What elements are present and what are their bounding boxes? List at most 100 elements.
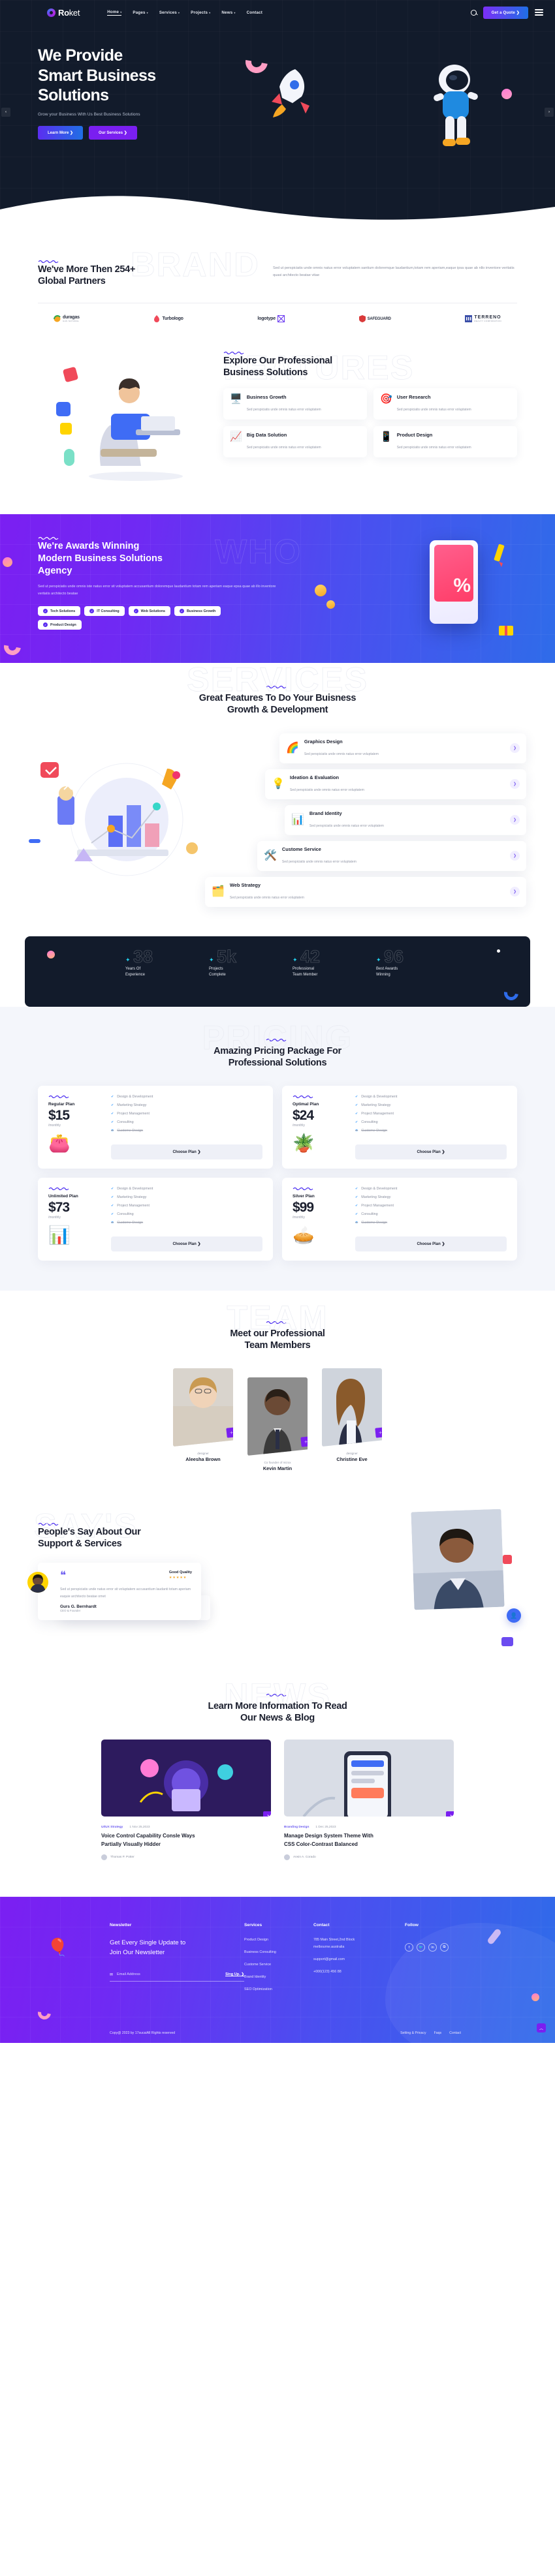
feature-card[interactable]: 📈 Big Data Solution Sed perspiciatis unde…	[223, 425, 367, 457]
testimonial-photo	[411, 1509, 505, 1610]
chevron-down-icon: ▾	[120, 10, 122, 14]
check-icon: ✓	[43, 609, 48, 614]
choose-plan-button[interactable]: Choose Plan ❯	[355, 1236, 507, 1251]
linkedin-icon[interactable]: in	[428, 1943, 437, 1952]
contact-email[interactable]: support@gmail.com	[313, 1957, 405, 1961]
instagram-icon[interactable]: ⧉	[440, 1943, 449, 1952]
footer-link-faqs[interactable]: Faqs	[434, 2031, 442, 2035]
choose-plan-button[interactable]: Choose Plan ❯	[111, 1236, 262, 1251]
footer-link-setting-privacy[interactable]: Setting & Privacy	[400, 2031, 426, 2035]
service-card[interactable]: 🌈 Graphics Design Sed perspiciatis unde o…	[279, 733, 526, 763]
email-input[interactable]	[117, 1972, 226, 1977]
chart-icon: 📈	[230, 431, 242, 442]
chevron-right-icon[interactable]: ❯	[510, 815, 520, 825]
member-name: Kevin Martin	[262, 1465, 293, 1471]
facebook-icon[interactable]: f	[405, 1943, 413, 1952]
chevron-right-icon[interactable]: ❯	[510, 887, 520, 897]
search-icon[interactable]	[470, 9, 477, 16]
our-services-button[interactable]: Our Services ❯	[89, 125, 137, 140]
feature-card[interactable]: 🖥️ Business Growth Sed perspiciatis unde …	[223, 388, 367, 420]
mail-icon: ✉	[110, 1972, 114, 1977]
explore-feature-grid: 🖥️ Business Growth Sed perspiciatis unde …	[223, 388, 517, 457]
team-member[interactable]: ＋ designer Aleesha Brown	[173, 1368, 233, 1471]
sparkle-icon: ✦	[293, 956, 298, 963]
choose-plan-button[interactable]: Choose Plan ❯	[355, 1144, 507, 1159]
chevron-right-icon[interactable]: ❯	[510, 779, 520, 789]
service-card[interactable]: 🛠️ Custome Service Sed perspiciatis unde …	[257, 840, 526, 871]
footer-services: Services Product Design Business Consult…	[244, 1923, 313, 2000]
footer-link-product-design[interactable]: Product Design	[244, 1938, 313, 1942]
feature-desc: Sed perspiciatis unde omnis natus error …	[396, 445, 471, 450]
plus-icon[interactable]: ＋	[300, 1436, 308, 1447]
partners-section: BRAND We've More Then 254+ Global Partner…	[0, 228, 555, 337]
feature-card[interactable]: 🎯 User Research Sed perspiciatis unde omn…	[373, 388, 517, 420]
footer-link-seo-optimization[interactable]: SEO Optimization	[244, 1987, 313, 1991]
blog-arrow-icon[interactable]: ❯	[446, 1811, 454, 1817]
plan-price: $73	[48, 1199, 70, 1215]
hero-wave-divider	[0, 196, 555, 228]
social-links: f 🐦 in ⧉	[405, 1943, 474, 1952]
scroll-to-top-button[interactable]: ︿	[537, 2023, 546, 2033]
blog-arrow-icon[interactable]: ❯	[263, 1811, 271, 1817]
contact-phone[interactable]: +000(123) 456 88	[313, 1970, 405, 1974]
feature-card[interactable]: 📱 Product Design Sed perspiciatis unde om…	[373, 425, 517, 457]
chip-it-consulting[interactable]: ✓ IT Consulting	[84, 606, 125, 617]
learn-more-button[interactable]: Learn More ❯	[38, 125, 84, 140]
chevron-right-icon[interactable]: ❯	[510, 743, 520, 753]
nav-item-projects[interactable]: Projects ▾	[191, 10, 210, 16]
check-icon: ✔	[111, 1103, 114, 1107]
squiggle-icon	[293, 1095, 313, 1098]
coin-icon	[326, 600, 335, 609]
hamburger-menu-icon[interactable]	[535, 9, 543, 16]
chip-web-solutions[interactable]: ✓ Web Solutions	[128, 606, 171, 617]
service-title: Custome Service	[281, 846, 321, 852]
blog-card[interactable]: ❯ Branding Design 1 Dec 25,2023 Manage D…	[284, 1740, 454, 1861]
pricing-card: Optimal Plan $24 /monthly 🪴 ✔ Design & De…	[282, 1085, 517, 1169]
get-a-quote-button[interactable]: Get a Quote ❯	[483, 6, 528, 19]
choose-plan-button[interactable]: Choose Plan ❯	[111, 1144, 262, 1159]
chip-tech-solutions[interactable]: ✓ Tech Solutions	[38, 606, 81, 617]
footer-link-brand-identity[interactable]: Brand Identity	[244, 1975, 313, 1979]
plus-icon[interactable]: ＋	[226, 1427, 233, 1438]
plus-icon[interactable]: ＋	[375, 1427, 382, 1438]
site-logo[interactable]: Roket	[47, 8, 80, 18]
footer-link-custome-service[interactable]: Custome Service	[244, 1963, 313, 1967]
check-icon: ✓	[180, 609, 185, 614]
service-title: Brand Identity	[309, 810, 342, 816]
chevron-right-icon[interactable]: ❯	[510, 851, 520, 861]
partner-logo-logotype: logotype	[257, 315, 285, 323]
testimonial-card: ❝ Good Quality ★★★★★ Sed ut perspiciatis…	[27, 1563, 201, 1621]
pink-dot-icon	[501, 89, 512, 99]
footer-link-business-consulting[interactable]: Business Consulting	[244, 1950, 313, 1954]
nav-item-news[interactable]: News ▾	[221, 10, 235, 16]
blog-card[interactable]: ❯ UI/UX Strategy 1 Nov 25,2023 Voice Con…	[101, 1740, 271, 1861]
signup-button[interactable]: Sing Up. ❯	[225, 1972, 244, 1976]
service-card[interactable]: 📊 Brand Identity Sed perspiciatis unde om…	[285, 805, 526, 835]
lightbulb-icon: 💡	[272, 778, 285, 790]
site-footer: 🎈 Newsletter Get Every Single Update to J…	[0, 1897, 555, 2044]
chevron-down-icon: ▾	[146, 10, 148, 14]
twitter-icon[interactable]: 🐦	[417, 1943, 425, 1952]
nav-item-pages[interactable]: Pages ▾	[133, 10, 148, 16]
team-member[interactable]: ＋ designer Christine Eve	[322, 1368, 382, 1471]
service-card[interactable]: 💡 Ideation & Evaluation Sed perspiciatis …	[265, 769, 526, 799]
chip-business-growth[interactable]: ✓ Business Growth	[174, 606, 221, 617]
nav-item-services[interactable]: Services ▾	[159, 10, 180, 16]
team-member[interactable]: ＋ Co founder of mizox Kevin Martin	[247, 1377, 308, 1471]
testimonial-illustration: 👤	[264, 1507, 521, 1650]
contact-address-line1: 785 Main Street,2nd Block	[313, 1938, 355, 1942]
hero-next-arrow[interactable]: ›	[545, 108, 554, 117]
chip-product-design[interactable]: ✓ Product Design	[38, 620, 82, 630]
service-title: Ideation & Evaluation	[289, 774, 340, 780]
nav-item-home[interactable]: Home ▾	[107, 10, 122, 16]
user-badge-icon[interactable]: 👤	[507, 1608, 521, 1623]
counter-item: 5k ✦ Projects Complete	[209, 946, 262, 979]
gift-icon	[499, 626, 513, 636]
service-card[interactable]: 🗂️ Web Strategy Sed perspiciatis unde omn…	[205, 876, 526, 907]
footer-link-contact[interactable]: Contact	[449, 2031, 461, 2035]
nav-item-contact[interactable]: Contact	[247, 10, 262, 16]
plan-feature-disabled: ✖ Custome Design	[111, 1220, 144, 1225]
logo-text-bold: Ro	[58, 7, 69, 18]
partners-title: We've More Then 254+ Global Partners	[38, 264, 136, 287]
hero-prev-arrow[interactable]: ‹	[1, 108, 10, 117]
